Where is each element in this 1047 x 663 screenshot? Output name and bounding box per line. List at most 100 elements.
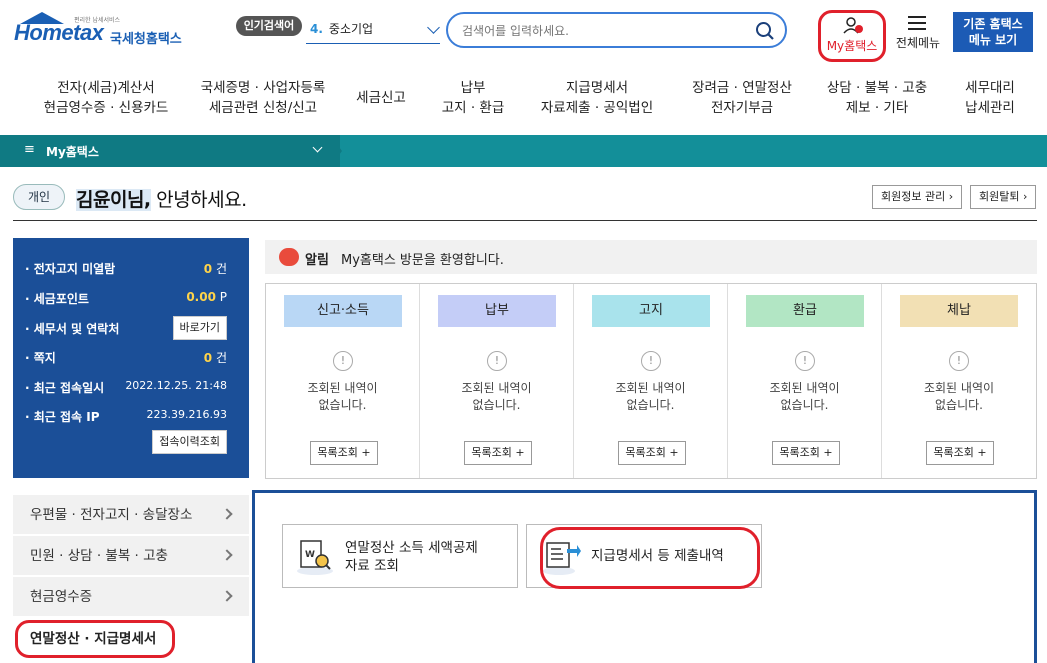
- popular-search-select[interactable]: 4. 중소기업: [306, 18, 440, 44]
- user-icon: [843, 17, 863, 34]
- list-view-button[interactable]: 목록조회 +: [310, 441, 378, 465]
- card-message: 조회된 내역이 없습니다.: [769, 381, 840, 412]
- list-view-button[interactable]: 목록조회 +: [464, 441, 532, 465]
- document-search-icon: W: [297, 540, 333, 575]
- gnb-item-consult[interactable]: 상담 · 불복 · 고충 제보 · 기타: [814, 78, 940, 118]
- breadcrumb-label: My홈택스: [46, 145, 99, 159]
- chevron-right-icon: [221, 508, 233, 520]
- breadcrumb-my-hometax[interactable]: ≡ My홈택스: [0, 135, 340, 167]
- list-view-button[interactable]: 목록조회 +: [618, 441, 686, 465]
- card-title: 환급: [746, 295, 864, 327]
- search-icon[interactable]: [755, 21, 775, 41]
- gnb-item-payment[interactable]: 납부 고지 · 환급: [430, 78, 516, 118]
- old-hometax-menu-button[interactable]: 기존 홈택스 메뉴 보기: [953, 12, 1033, 52]
- info-value-message[interactable]: 0 건: [204, 349, 227, 366]
- side-item-civil[interactable]: 민원 · 상담 · 불복 · 고충: [13, 536, 249, 576]
- chevron-right-icon: [221, 590, 233, 602]
- info-value-points[interactable]: 0.00 P: [186, 290, 227, 304]
- list-view-button[interactable]: 목록조회 +: [926, 441, 994, 465]
- gnb-item-einvoice[interactable]: 전자(세금)계산서 현금영수증 · 신용카드: [20, 78, 192, 118]
- highlight-circle: [540, 527, 760, 589]
- status-card-refund: 환급 ! 조회된 내역이 없습니다. 목록조회 +: [728, 284, 882, 478]
- side-item-label: 우편물 · 전자고지 · 송달장소: [30, 507, 193, 523]
- exclamation-icon: !: [795, 351, 815, 371]
- popular-rank: 4.: [310, 22, 323, 36]
- info-label-last-login: · 최근 접속일시: [25, 381, 105, 395]
- greeting-text: 김윤이님, 안녕하세요.: [76, 185, 247, 212]
- chevron-down-icon: [427, 21, 440, 34]
- member-info-button[interactable]: 회원정보 관리 ›: [872, 185, 963, 209]
- svg-text:W: W: [305, 550, 315, 560]
- card-message: 조회된 내역이 없습니다.: [307, 381, 378, 412]
- chevron-right-icon: ›: [948, 190, 954, 203]
- exclamation-icon: !: [641, 351, 661, 371]
- gnb-item-tax-return[interactable]: 세금신고: [346, 88, 416, 108]
- member-info-label: 회원정보 관리: [881, 190, 946, 203]
- card-message: 조회된 내역이 없습니다.: [461, 381, 532, 412]
- gnb-item-payment-statement[interactable]: 지급명세서 자료제출 · 공익법인: [526, 78, 668, 118]
- tile-deduction-lookup[interactable]: W 연말정산 소득 세액공제 자료 조회: [282, 524, 518, 588]
- notice-message: My홈택스 방문을 환영합니다.: [341, 253, 504, 268]
- info-value-ip: 223.39.216.93: [146, 408, 227, 421]
- my-hometax-button[interactable]: My홈택스: [818, 10, 886, 62]
- user-type-badge: 개인: [13, 184, 65, 210]
- gnb-item-tax-agent[interactable]: 세무대리 납세관리: [950, 78, 1030, 118]
- card-title: 체납: [900, 295, 1018, 327]
- exclamation-icon: !: [487, 351, 507, 371]
- withdraw-label: 회원탈퇴: [979, 190, 1020, 203]
- card-title: 고지: [592, 295, 710, 327]
- hometax-logo[interactable]: Hometax 편리한 납세서비스 국세청홈택스: [14, 12, 194, 48]
- popular-term: 중소기업: [328, 22, 374, 36]
- breadcrumb-bar: ≡ My홈택스: [0, 135, 1047, 167]
- old-menu-line-2: 메뉴 보기: [968, 33, 1018, 47]
- chevron-down-icon: [312, 142, 323, 153]
- popular-search-badge: 인기검색어: [236, 16, 302, 36]
- list-view-button[interactable]: 목록조회 +: [772, 441, 840, 465]
- card-title: 납부: [438, 295, 556, 327]
- tile-label: 연말정산 소득 세액공제 자료 조회: [345, 540, 478, 574]
- notice-tag: 알림: [305, 253, 329, 268]
- side-item-label: 민원 · 상담 · 불복 · 고충: [30, 548, 168, 564]
- exclamation-icon: !: [333, 351, 353, 371]
- all-menu-button[interactable]: 전체메뉴: [892, 14, 944, 54]
- user-name: 김윤이님,: [76, 189, 151, 211]
- office-shortcut-button[interactable]: 바로가기: [172, 316, 227, 340]
- info-value-unread[interactable]: 0 건: [204, 260, 227, 277]
- info-label-ip: · 최근 접속 IP: [25, 410, 100, 424]
- info-label-message: · 쪽지: [25, 351, 56, 365]
- status-card-arrears: 체납 ! 조회된 내역이 없습니다. 목록조회 +: [882, 284, 1036, 478]
- breadcrumb-arrow: [330, 135, 342, 167]
- all-menu-label: 전체메뉴: [895, 36, 941, 50]
- chevron-right-icon: [221, 549, 233, 561]
- withdraw-button[interactable]: 회원탈퇴 ›: [970, 185, 1037, 209]
- logo-subtitle: 국세청홈택스: [110, 32, 182, 47]
- greeting-message: 안녕하세요.: [150, 189, 247, 211]
- search-input[interactable]: [462, 21, 752, 41]
- global-navigation: 전자(세금)계산서 현금영수증 · 신용카드 국세증명 · 사업자등록 세금관련…: [0, 70, 1047, 132]
- info-label-points: · 세금포인트: [25, 292, 89, 306]
- gnb-item-incentive[interactable]: 장려금 · 연말정산 전자기부금: [680, 78, 804, 118]
- status-card-report: 신고·소득 ! 조회된 내역이 없습니다. 목록조회 +: [266, 284, 420, 478]
- user-info-panel: · 전자고지 미열람 0 건 · 세금포인트 0.00 P · 세무서 및 연락…: [13, 238, 249, 478]
- logo-tagline: 편리한 납세서비스: [74, 17, 121, 24]
- gnb-item-certificate[interactable]: 국세증명 · 사업자등록 세금관련 신청/신고: [186, 78, 340, 118]
- chevron-right-icon: ›: [1022, 190, 1028, 203]
- megaphone-icon: [279, 248, 299, 266]
- highlight-circle: [15, 620, 175, 658]
- search-box: [446, 12, 787, 48]
- info-value-last-login: 2022.12.25. 21:48: [125, 379, 227, 392]
- card-title: 신고·소득: [284, 295, 402, 327]
- hamburger-icon: [908, 16, 926, 30]
- old-menu-line-1: 기존 홈택스: [963, 17, 1023, 31]
- status-card-notice: 고지 ! 조회된 내역이 없습니다. 목록조회 +: [574, 284, 728, 478]
- side-item-cash-receipt[interactable]: 현금영수증: [13, 577, 249, 617]
- side-item-mail[interactable]: 우편물 · 전자고지 · 송달장소: [13, 495, 249, 535]
- status-card-payment: 납부 ! 조회된 내역이 없습니다. 목록조회 +: [420, 284, 574, 478]
- my-hometax-label: My홈택스: [826, 39, 878, 53]
- info-label-office: · 세무서 및 연락처: [25, 322, 120, 336]
- status-cards: 신고·소득 ! 조회된 내역이 없습니다. 목록조회 + 납부 ! 조회된 내역…: [265, 283, 1037, 479]
- list-icon: ≡: [24, 142, 35, 157]
- card-message: 조회된 내역이 없습니다.: [615, 381, 686, 412]
- side-item-label: 현금영수증: [30, 589, 93, 605]
- access-history-button[interactable]: 접속이력조회: [152, 430, 227, 454]
